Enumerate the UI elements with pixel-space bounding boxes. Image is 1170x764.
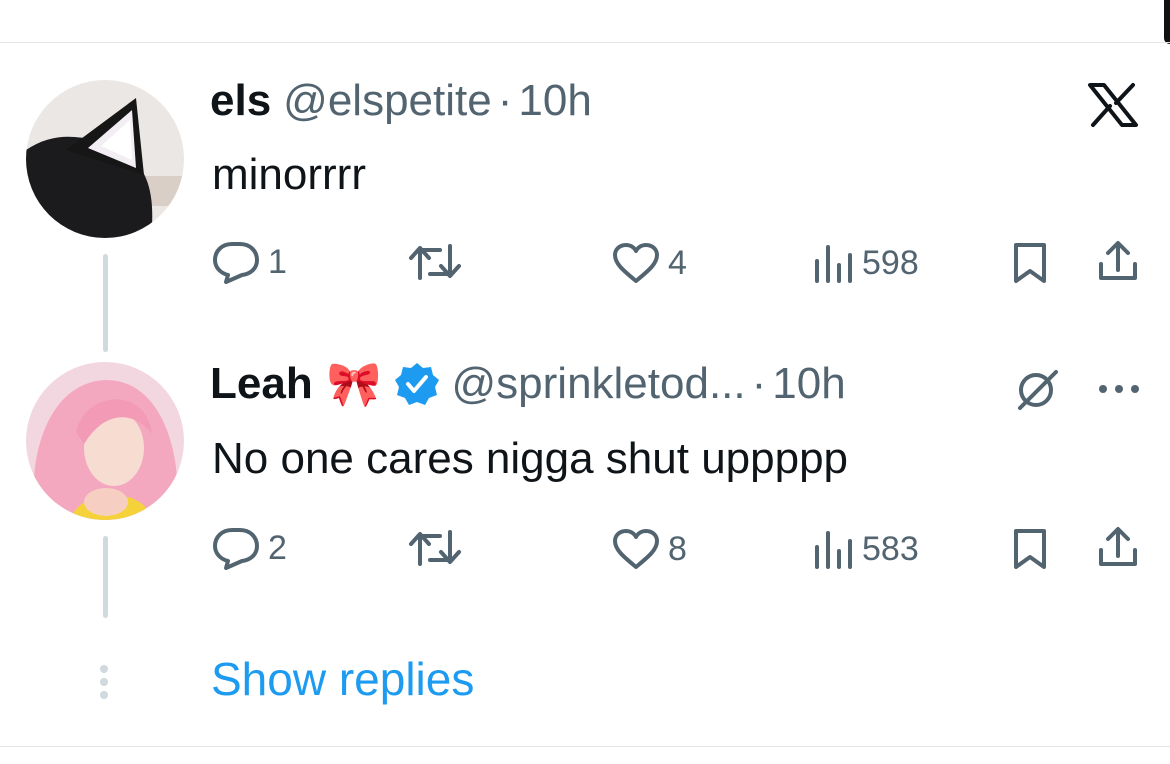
tweet-text: No one cares nigga shut uppppp: [212, 434, 849, 483]
separator: ·: [751, 359, 767, 408]
timestamp[interactable]: 10h: [772, 359, 845, 409]
window-edge: [1164, 0, 1170, 44]
reply-button[interactable]: 2: [212, 526, 287, 570]
more-icon[interactable]: [1098, 384, 1140, 394]
retweet-button[interactable]: [408, 528, 462, 568]
display-name[interactable]: Leah: [210, 359, 313, 409]
separator: ·: [497, 76, 513, 125]
retweet-icon: [409, 244, 461, 280]
like-button[interactable]: 4: [612, 242, 687, 284]
bookmark-icon[interactable]: [1012, 241, 1048, 285]
bookmark-icon[interactable]: [1012, 527, 1048, 571]
tweet-header: Leah 🎀 @sprinkletod... · 10h: [210, 358, 846, 410]
avatar-els[interactable]: [26, 80, 184, 238]
views-icon: [815, 245, 852, 283]
thread-line: [103, 536, 108, 618]
reply-icon: [213, 528, 259, 570]
grok-icon[interactable]: [1014, 366, 1060, 412]
retweet-icon: [409, 530, 461, 566]
share-icon[interactable]: [1096, 524, 1140, 570]
share-icon[interactable]: [1096, 238, 1140, 284]
like-count: 4: [668, 243, 687, 282]
reply-button[interactable]: 1: [212, 240, 287, 284]
timestamp[interactable]: 10h: [518, 76, 591, 126]
reply-count: 1: [268, 242, 287, 281]
bow-emoji: 🎀: [326, 360, 382, 409]
thread-dots-icon: [100, 665, 108, 699]
views-button[interactable]: 583: [812, 529, 919, 569]
views-button[interactable]: 598: [812, 243, 919, 283]
tweet-header: els @elspetite · 10h: [210, 76, 592, 126]
avatar-leah[interactable]: [26, 362, 184, 520]
reply-count: 2: [268, 528, 287, 567]
views-icon: [815, 531, 852, 569]
divider-bottom: [0, 746, 1170, 747]
like-icon: [613, 243, 659, 283]
handle[interactable]: @elspetite: [283, 76, 492, 126]
x-logo-icon: [1088, 83, 1138, 127]
display-name[interactable]: els: [210, 76, 271, 126]
like-button[interactable]: 8: [612, 528, 687, 570]
like-count: 8: [668, 529, 687, 568]
tweet-text: minorrrr: [212, 150, 366, 199]
verified-badge-icon: [394, 363, 439, 405]
views-count: 583: [862, 529, 919, 568]
views-count: 598: [862, 243, 919, 282]
show-replies-link[interactable]: Show replies: [211, 652, 474, 706]
thread-line: [103, 254, 108, 352]
retweet-button[interactable]: [408, 242, 462, 282]
divider-top: [0, 42, 1170, 43]
handle[interactable]: @sprinkletod...: [452, 359, 746, 409]
reply-icon: [213, 242, 259, 284]
like-icon: [613, 529, 659, 569]
